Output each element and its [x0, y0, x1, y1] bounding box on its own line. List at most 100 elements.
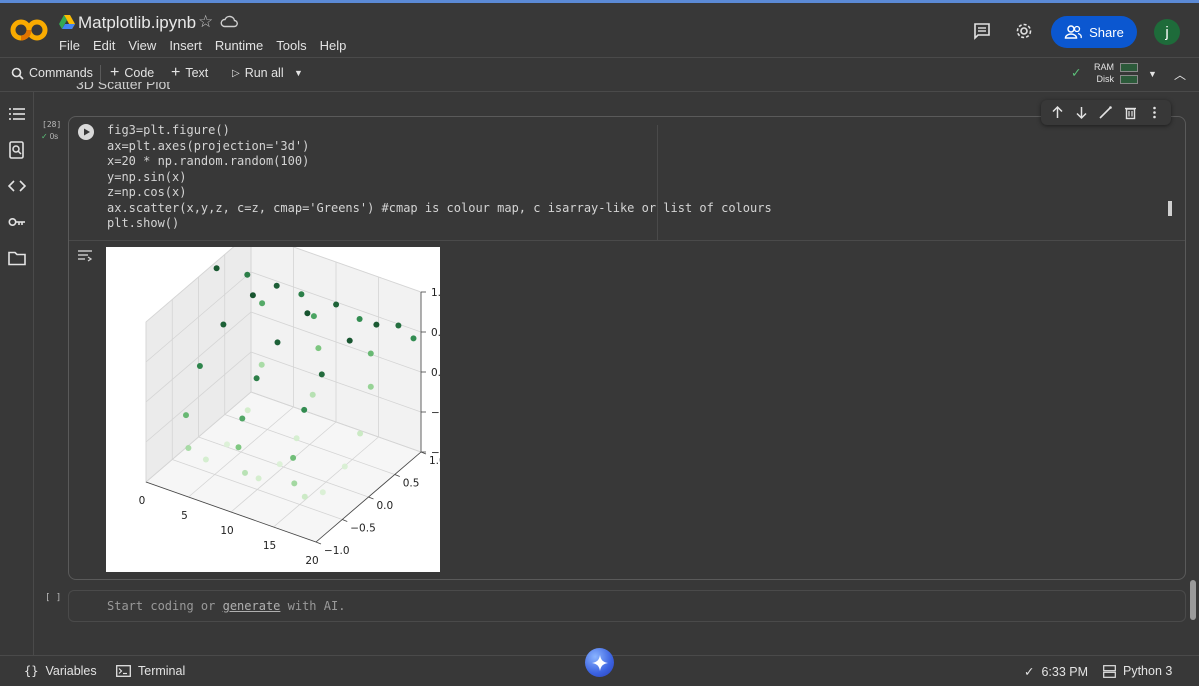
code-line: z=np.cos(x)	[107, 185, 772, 201]
z-tick-label: 0.5	[431, 327, 440, 339]
scatter-point	[301, 406, 308, 413]
code-line: x=20 * np.random.random(100)	[107, 154, 772, 170]
move-up-icon[interactable]	[1050, 105, 1065, 120]
secrets-key-icon[interactable]	[8, 213, 26, 231]
last-run-time: 6:33 PM	[1041, 664, 1089, 679]
scatter-point	[346, 337, 353, 344]
code-snippets-icon[interactable]	[8, 177, 26, 195]
terminal-button[interactable]: Terminal	[116, 664, 185, 678]
variables-button[interactable]: {} Variables	[24, 664, 97, 678]
code-line: ax.scatter(x,y,z, c=z, cmap='Greens') #c…	[107, 201, 772, 217]
ruler-line	[657, 125, 658, 240]
terminal-icon	[116, 665, 131, 677]
menu-view[interactable]: View	[128, 38, 156, 53]
notebook-scrollbar[interactable]	[1190, 580, 1196, 620]
edit-magic-icon[interactable]	[1098, 105, 1113, 120]
share-button[interactable]: Share	[1051, 16, 1137, 48]
gemini-assistant-button[interactable]	[585, 648, 614, 677]
run-cell-button[interactable]	[78, 124, 94, 140]
scatter-point	[239, 415, 246, 422]
comment-icon[interactable]	[972, 21, 992, 41]
scatter-point	[183, 412, 189, 419]
code-line-text: plt.show()	[107, 216, 180, 230]
avatar[interactable]: j	[1154, 19, 1180, 45]
run-options-dropdown[interactable]: ▼	[294, 68, 303, 78]
empty-cell-placeholder[interactable]: Start coding or generate with AI.	[107, 599, 345, 613]
add-code-button[interactable]: + Code	[110, 64, 154, 81]
scatter-point	[291, 480, 298, 487]
menu-runtime[interactable]: Runtime	[215, 38, 263, 53]
scatter-point	[310, 313, 317, 320]
x-tick-label: 5	[181, 510, 188, 522]
connected-check-icon: ✓	[1071, 66, 1082, 80]
more-options-icon[interactable]	[1147, 105, 1162, 120]
placeholder-text-end: with AI.	[280, 599, 346, 613]
move-down-icon[interactable]	[1074, 105, 1089, 120]
check-icon: ✓	[1024, 665, 1035, 679]
execution-count: [28]	[42, 120, 62, 129]
y-tick-label: −0.5	[350, 523, 376, 535]
plus-icon: +	[110, 64, 120, 81]
menu-insert[interactable]: Insert	[169, 38, 202, 53]
gear-icon[interactable]	[1014, 21, 1034, 41]
scatter-point	[249, 292, 256, 299]
table-of-contents-icon[interactable]	[8, 105, 26, 123]
scatter-point	[367, 350, 374, 357]
plot-output: 05101520−1.0−0.50.00.51.0−1.0−0.50.00.51…	[106, 230, 457, 572]
run-all-label: Run all	[244, 66, 284, 80]
previous-text-heading[interactable]: 3D Scatter Plot	[76, 82, 170, 92]
scatter-point	[298, 291, 305, 298]
plus-icon: +	[171, 64, 181, 81]
menu-help[interactable]: Help	[320, 38, 347, 53]
scatter-point	[242, 469, 248, 476]
collapse-header-icon[interactable]: ︿	[1174, 66, 1186, 83]
scatter-point	[213, 265, 220, 272]
code-line: fig3=plt.figure()	[107, 123, 772, 139]
execution-status[interactable]: ✓ 6:33 PM	[1024, 664, 1089, 680]
ram-bar	[1120, 62, 1138, 72]
scatter-point	[290, 454, 297, 461]
scatter-3d-chart: 05101520−1.0−0.50.00.51.0−1.0−0.50.00.51…	[139, 230, 457, 567]
runtime-dropdown[interactable]: ▼	[1148, 69, 1157, 79]
x-tick-label: 0	[139, 495, 146, 507]
commands-button[interactable]: Commands	[11, 66, 93, 80]
disk-bar	[1120, 74, 1138, 84]
kernel-status[interactable]: Python 3	[1103, 664, 1172, 678]
colab-logo[interactable]	[10, 17, 48, 43]
scatter-point	[273, 282, 280, 289]
code-output-divider	[69, 240, 1185, 241]
menu-edit[interactable]: Edit	[93, 38, 115, 53]
y-tick-mark	[315, 541, 322, 545]
code-line-text: y=np.sin(x)	[107, 169, 187, 184]
resources-indicator[interactable]: RAM Disk	[1094, 61, 1138, 85]
output-actions-icon[interactable]	[77, 248, 93, 262]
scatter-point	[315, 345, 322, 352]
scatter-point	[224, 441, 230, 448]
y-tick-label: −1.0	[324, 545, 350, 557]
add-text-button[interactable]: + Text	[171, 64, 208, 81]
editor-scroll-marker	[1168, 201, 1172, 216]
files-folder-icon[interactable]	[8, 249, 26, 267]
code-editor[interactable]: fig3=plt.figure() ax=plt.axes(projection=…	[107, 123, 772, 232]
scatter-point	[301, 493, 308, 500]
scatter-point	[410, 335, 417, 342]
notebook-title[interactable]: Matplotlib.ipynb	[78, 13, 196, 33]
braces-icon: {}	[24, 664, 39, 678]
z-tick-label: −0.5	[431, 407, 440, 419]
menu-tools[interactable]: Tools	[276, 38, 306, 53]
scatter-point	[185, 445, 192, 451]
menu-file[interactable]: File	[59, 38, 80, 53]
scatter-point	[255, 475, 262, 482]
generate-link[interactable]: generate	[223, 599, 281, 613]
people-icon	[1064, 25, 1083, 39]
play-icon	[84, 128, 90, 136]
z-tick-label: 0.0	[431, 367, 440, 379]
y-tick-mark	[368, 496, 374, 500]
find-replace-icon[interactable]	[8, 141, 26, 159]
delete-icon[interactable]	[1123, 105, 1138, 120]
toolbar: Commands + Code + Text ▷ Run all ▼ ✓ RAM…	[0, 57, 1199, 92]
cloud-icon[interactable]	[220, 14, 238, 28]
star-icon[interactable]: ☆	[198, 12, 213, 32]
run-all-button[interactable]: ▷ Run all	[232, 66, 284, 80]
y-tick-mark	[342, 519, 348, 522]
